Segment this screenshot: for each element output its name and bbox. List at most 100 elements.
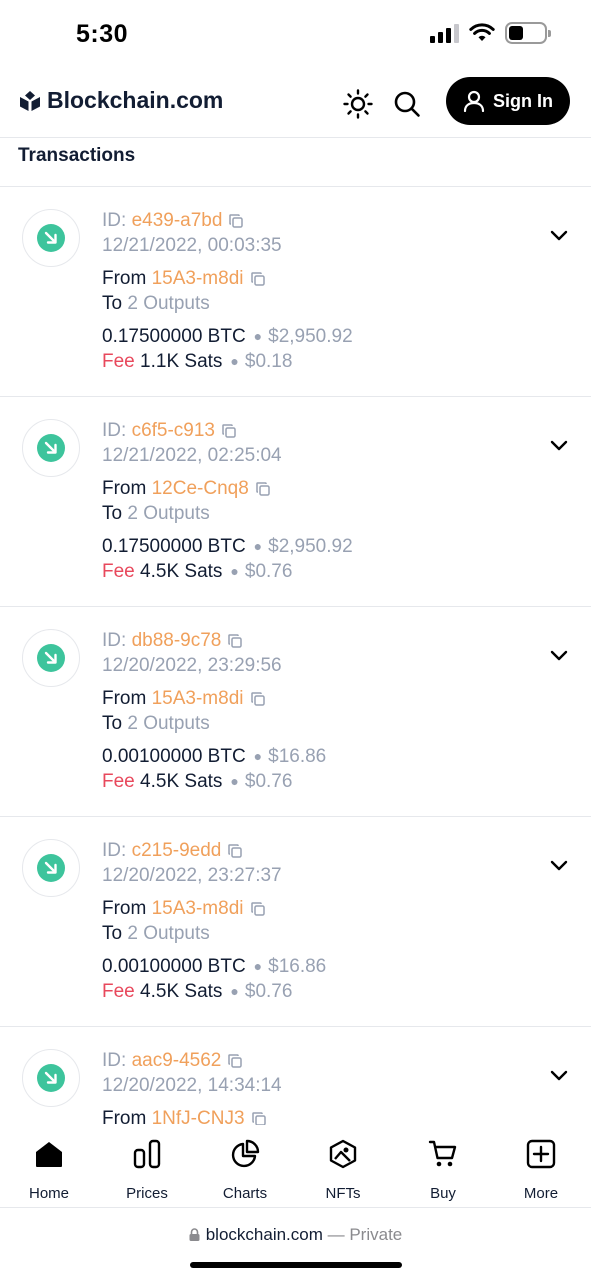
brand-logo[interactable]: Blockchain.com — [19, 87, 223, 114]
status-icons — [430, 22, 551, 44]
tx-id-label: ID: — [102, 210, 127, 231]
from-label: From — [102, 898, 147, 919]
transaction-row[interactable]: ID: aac9-4562 12/20/2022, 14:34:14 From 1N… — [0, 1027, 591, 1125]
transaction-details: ID: aac9-4562 12/20/2022, 14:34:14 From 1N… — [102, 1048, 531, 1125]
transaction-details: ID: c6f5-c913 12/21/2022, 02:25:04 From 12… — [102, 418, 353, 582]
nav-label: Charts — [222, 1185, 268, 1202]
sign-in-button[interactable]: Sign In — [446, 77, 570, 125]
tx-id-label: ID: — [102, 420, 127, 441]
from-address-link[interactable]: 12Ce-Cnq8 — [152, 476, 249, 501]
blockchain-logo-icon — [20, 90, 40, 111]
fee-sats: 4.5K Sats — [140, 981, 223, 1002]
charts-icon — [228, 1137, 262, 1171]
from-label: From — [102, 1108, 147, 1125]
received-icon — [22, 209, 80, 267]
fee-sats: 1.1K Sats — [140, 351, 223, 372]
status-time: 5:30 — [76, 20, 129, 48]
chevron-down-icon[interactable] — [549, 225, 569, 245]
to-label: To — [102, 923, 123, 944]
chevron-down-icon[interactable] — [549, 645, 569, 665]
copy-icon[interactable] — [228, 633, 243, 648]
copy-icon[interactable] — [250, 271, 265, 286]
tx-datetime: 12/21/2022, 00:03:35 — [102, 235, 282, 256]
brand-name: Blockchain.com — [47, 87, 224, 113]
copy-icon[interactable] — [229, 213, 244, 228]
received-icon — [22, 839, 80, 897]
nav-home[interactable]: Home — [0, 1137, 98, 1202]
browser-url-bar[interactable]: blockchain.com — Private — [0, 1208, 591, 1280]
copy-icon[interactable] — [222, 423, 236, 438]
nav-charts[interactable]: Charts — [196, 1137, 294, 1202]
tx-datetime: 12/21/2022, 02:25:04 — [102, 445, 282, 466]
nav-buy[interactable]: Buy — [394, 1137, 492, 1202]
theme-toggle-button[interactable] — [338, 84, 378, 124]
transaction-row[interactable]: ID: db88-9c78 12/20/2022, 23:29:56 From 15… — [0, 607, 591, 817]
user-icon — [463, 90, 485, 112]
amount-btc: 0.00100000 BTC — [102, 956, 246, 977]
transaction-row[interactable]: ID: e439-a7bd 12/21/2022, 00:03:35 From 15… — [0, 187, 591, 397]
from-label: From — [102, 478, 147, 499]
chevron-down-icon[interactable] — [549, 435, 569, 455]
copy-icon[interactable] — [228, 843, 243, 858]
wifi-icon — [469, 23, 495, 41]
received-icon — [22, 1049, 80, 1107]
fee-label: Fee — [102, 561, 135, 582]
section-title: Transactions — [18, 145, 136, 166]
fee-sats: 4.5K Sats — [140, 771, 223, 792]
nav-more[interactable]: More — [492, 1137, 590, 1202]
tx-id-label: ID: — [102, 1050, 127, 1071]
sign-in-label: Sign In — [493, 90, 553, 111]
amount-btc: 0.17500000 BTC — [102, 326, 246, 347]
tx-id-link[interactable]: c215-9edd — [132, 838, 222, 863]
from-address-link[interactable]: 15A3-m8di — [152, 266, 244, 291]
chevron-down-icon[interactable] — [549, 1065, 569, 1085]
fee-label: Fee — [102, 351, 135, 372]
from-address-link[interactable]: 15A3-m8di — [152, 686, 244, 711]
battery-icon — [505, 22, 551, 44]
fee-label: Fee — [102, 981, 135, 1002]
tx-datetime: 12/20/2022, 23:27:37 — [102, 865, 282, 886]
tx-id-link[interactable]: aac9-4562 — [132, 1048, 222, 1073]
tx-id-link[interactable]: c6f5-c913 — [132, 418, 215, 443]
search-icon — [394, 91, 420, 117]
prices-icon — [130, 1137, 164, 1171]
transaction-row[interactable]: ID: c215-9edd 12/20/2022, 23:27:37 From 15… — [0, 817, 591, 1027]
fee-usd: $0.18 — [244, 351, 293, 372]
status-bar: 5:30 — [0, 0, 591, 70]
site-header: Blockchain.com Sign In — [0, 70, 591, 138]
tx-id-link[interactable]: e439-a7bd — [132, 208, 223, 233]
private-indicator: — Private — [327, 1225, 403, 1244]
to-outputs[interactable]: 2 Outputs — [127, 501, 209, 526]
chevron-down-icon[interactable] — [549, 855, 569, 875]
url-display[interactable]: blockchain.com — Private — [0, 1225, 591, 1245]
to-outputs[interactable]: 2 Outputs — [127, 921, 209, 946]
nav-nfts[interactable]: NFTs — [294, 1137, 392, 1202]
nav-prices[interactable]: Prices — [98, 1137, 196, 1202]
fee-usd: $0.76 — [244, 561, 293, 582]
transaction-row[interactable]: ID: c6f5-c913 12/21/2022, 02:25:04 From 12… — [0, 397, 591, 607]
tx-datetime: 12/20/2022, 14:34:14 — [102, 1075, 282, 1096]
copy-icon[interactable] — [251, 1111, 266, 1126]
nav-label: Buy — [430, 1185, 456, 1202]
copy-icon[interactable] — [256, 481, 270, 496]
copy-icon[interactable] — [228, 1053, 243, 1068]
from-address-link[interactable]: 15A3-m8di — [152, 896, 244, 921]
home-icon — [32, 1137, 66, 1171]
cellular-signal-icon — [430, 23, 459, 43]
to-label: To — [102, 713, 123, 734]
cart-icon — [426, 1137, 460, 1171]
from-label: From — [102, 268, 147, 289]
nav-label: Prices — [126, 1185, 168, 1202]
received-icon — [22, 419, 80, 477]
to-outputs[interactable]: 2 Outputs — [127, 711, 209, 736]
copy-icon[interactable] — [250, 691, 265, 706]
search-button[interactable] — [387, 84, 427, 124]
to-label: To — [102, 293, 123, 314]
to-outputs[interactable]: 2 Outputs — [127, 291, 209, 316]
tx-id-link[interactable]: db88-9c78 — [132, 628, 222, 653]
tx-id-label: ID: — [102, 630, 127, 651]
copy-icon[interactable] — [250, 901, 265, 916]
amount-usd: $16.86 — [268, 956, 327, 977]
from-address-link[interactable]: 1NfJ-CNJ3 — [152, 1106, 245, 1125]
amount-btc: 0.17500000 BTC — [102, 536, 246, 557]
